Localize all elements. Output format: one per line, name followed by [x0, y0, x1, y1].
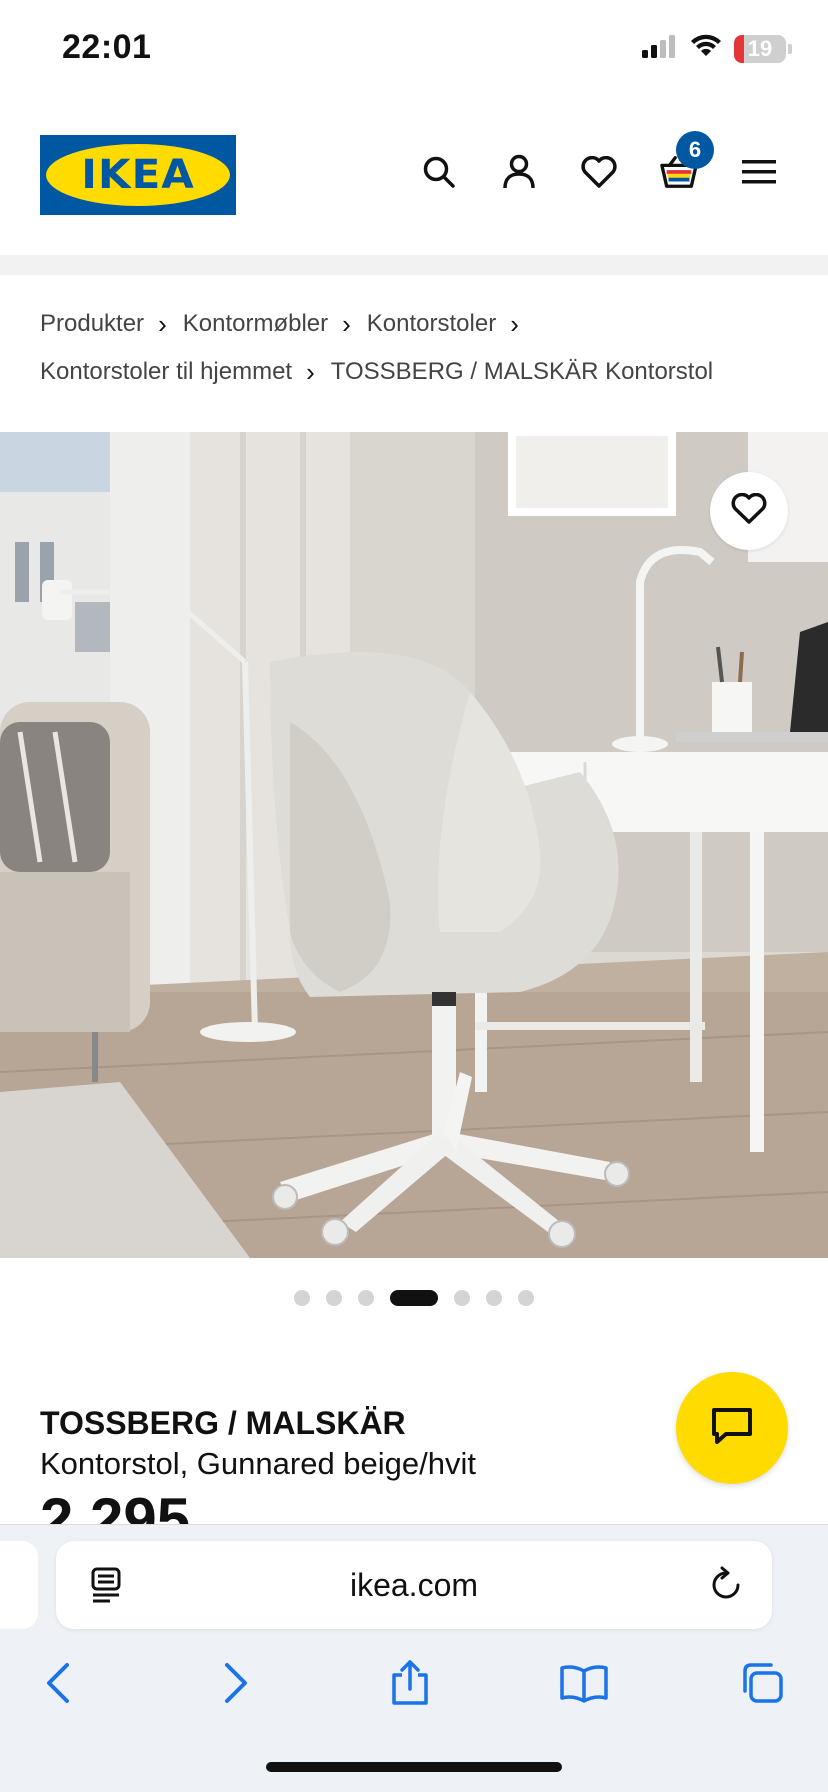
reload-icon[interactable]	[708, 1565, 744, 1608]
address-bar[interactable]: ikea.com	[56, 1541, 772, 1629]
home-indicator	[266, 1762, 562, 1772]
status-icons: 19	[642, 34, 792, 63]
battery-level: 19	[747, 35, 773, 61]
product-image[interactable]	[0, 432, 828, 1258]
menu-icon[interactable]	[740, 153, 778, 191]
cart-icon[interactable]: 6	[660, 131, 714, 191]
breadcrumb-item-kontormobler[interactable]: Kontormøbler	[183, 300, 328, 348]
forward-icon[interactable]	[208, 1655, 264, 1711]
search-icon[interactable]	[420, 153, 458, 191]
signal-icon	[642, 34, 678, 63]
carousel-dot[interactable]	[358, 1290, 374, 1306]
carousel-indicator	[0, 1290, 828, 1306]
previous-tab-preview[interactable]	[0, 1541, 38, 1629]
chevron-right-icon: ›	[510, 309, 519, 339]
carousel-dot[interactable]	[326, 1290, 342, 1306]
account-icon[interactable]	[500, 153, 538, 191]
wifi-icon	[690, 34, 722, 63]
wishlist-heart-icon[interactable]	[580, 153, 618, 191]
bookmarks-icon[interactable]	[556, 1655, 612, 1711]
product-photo	[0, 432, 828, 1258]
breadcrumb-item-kontorstoler[interactable]: Kontorstoler	[367, 300, 496, 348]
share-icon[interactable]	[382, 1655, 438, 1711]
cart-count-badge: 6	[676, 131, 714, 169]
carousel-dot-active[interactable]	[390, 1290, 438, 1306]
carousel-dot[interactable]	[294, 1290, 310, 1306]
tabs-icon[interactable]	[734, 1655, 790, 1711]
product-price: 2 295	[40, 1490, 191, 1526]
chevron-right-icon: ›	[306, 357, 315, 387]
breadcrumb: Produkter › Kontormøbler › Kontorstoler › K…	[40, 300, 788, 396]
header-divider	[0, 255, 828, 275]
chat-button[interactable]	[676, 1372, 788, 1484]
browser-nav	[0, 1655, 828, 1715]
chevron-right-icon: ›	[158, 309, 167, 339]
status-bar: 22:01 19	[0, 0, 828, 100]
page-menu-icon[interactable]	[90, 1567, 122, 1608]
product-name: TOSSBERG / MALSKÄR	[40, 1405, 406, 1441]
chat-bubble-icon	[711, 1407, 753, 1450]
carousel-dot[interactable]	[518, 1290, 534, 1306]
back-icon[interactable]	[30, 1655, 86, 1711]
product-description: Kontorstol, Gunnared beige/hvit	[40, 1446, 476, 1481]
ikea-logo[interactable]: IKEA	[40, 135, 236, 215]
browser-toolbar: ikea.com	[0, 1524, 828, 1792]
url-text: ikea.com	[349, 1566, 479, 1603]
chevron-right-icon: ›	[342, 309, 351, 339]
breadcrumb-item-current: TOSSBERG / MALSKÄR Kontorstol	[330, 358, 714, 385]
carousel-dot[interactable]	[486, 1290, 502, 1306]
breadcrumb-item-produkter[interactable]: Produkter	[40, 300, 144, 348]
breadcrumb-item-kontorstoler-til-hjemmet[interactable]: Kontorstoler til hjemmet	[40, 348, 292, 396]
battery-icon: 19	[734, 34, 786, 63]
heart-icon	[731, 492, 767, 530]
carousel-dot[interactable]	[454, 1290, 470, 1306]
add-to-wishlist-button[interactable]	[710, 472, 788, 550]
logo-text: IKEA	[81, 152, 195, 198]
site-header: IKEA 6	[0, 131, 828, 217]
status-time: 22:01	[62, 28, 152, 66]
